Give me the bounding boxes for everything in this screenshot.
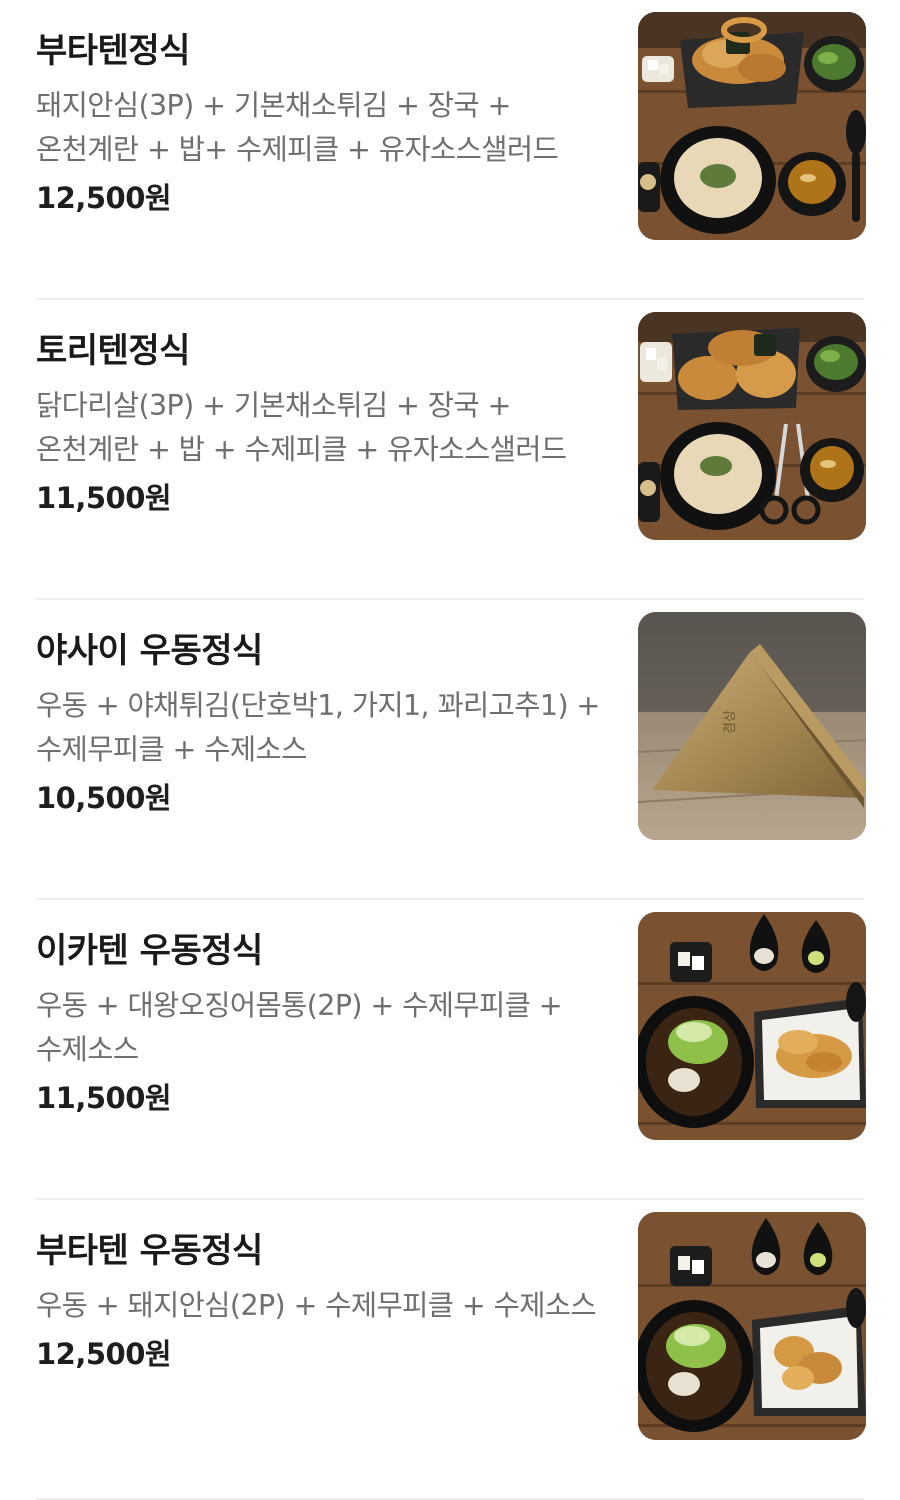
menu-item-name: 부타텐 우동정식 [36, 1231, 263, 1271]
menu-item-name: 토리텐정식 [36, 331, 190, 371]
menu-item-name: 이카텐 우동정식 [36, 931, 263, 971]
food-photo-illustration [638, 912, 866, 1140]
menu-item-text: 부타텐정식 돼지안심(3P) + 기본채소튀김 + 장국 + 온천계란 + 밥+… [36, 26, 608, 220]
pork-tempura-set-photo[interactable] [638, 12, 866, 240]
napkin-holder-label: 겸상 [723, 710, 738, 734]
menu-list: 부타텐정식 돼지안심(3P) + 기본채소튀김 + 장국 + 온천계란 + 밥+… [0, 0, 900, 1500]
menu-item[interactable]: 야사이 우동정식 우동 + 야채튀김(단호박1, 가지1, 꽈리고추1) + 수… [0, 600, 900, 900]
menu-item-name: 야사이 우동정식 [36, 631, 263, 671]
menu-item-text: 야사이 우동정식 우동 + 야채튀김(단호박1, 가지1, 꽈리고추1) + 수… [36, 626, 608, 820]
food-photo-illustration [638, 12, 866, 240]
napkin-holder-illustration: 겸상 [638, 612, 866, 840]
napkin-holder-photo[interactable]: 겸상 [638, 612, 866, 840]
menu-item-description: 우동 + 대왕오징어몸통(2P) + 수제무피클 + 수제소스 [36, 989, 563, 1066]
menu-item[interactable]: 이카텐 우동정식 우동 + 대왕오징어몸통(2P) + 수제무피클 + 수제소스… [0, 900, 900, 1200]
menu-item-text: 이카텐 우동정식 우동 + 대왕오징어몸통(2P) + 수제무피클 + 수제소스… [36, 926, 608, 1120]
menu-item-price: 12,500원 [36, 181, 172, 215]
chicken-tempura-set-photo[interactable] [638, 312, 866, 540]
menu-item[interactable]: 부타텐정식 돼지안심(3P) + 기본채소튀김 + 장국 + 온천계란 + 밥+… [0, 0, 900, 300]
menu-item-price: 11,500원 [36, 1081, 172, 1115]
menu-item-text: 부타텐 우동정식 우동 + 돼지안심(2P) + 수제무피클 + 수제소스 12… [36, 1226, 608, 1376]
food-photo-illustration [638, 1212, 866, 1440]
menu-item-price: 10,500원 [36, 781, 172, 815]
menu-item-description: 우동 + 돼지안심(2P) + 수제무피클 + 수제소스 [36, 1289, 597, 1322]
pork-tempura-udon-photo[interactable] [638, 1212, 866, 1440]
menu-item[interactable]: 토리텐정식 닭다리살(3P) + 기본채소튀김 + 장국 + 온천계란 + 밥 … [0, 300, 900, 600]
squid-tempura-udon-photo[interactable] [638, 912, 866, 1140]
menu-item-name: 부타텐정식 [36, 31, 190, 71]
menu-item-price: 12,500원 [36, 1337, 172, 1371]
menu-item-text: 토리텐정식 닭다리살(3P) + 기본채소튀김 + 장국 + 온천계란 + 밥 … [36, 326, 608, 520]
menu-item-description: 돼지안심(3P) + 기본채소튀김 + 장국 + 온천계란 + 밥+ 수제피클 … [36, 89, 559, 166]
menu-item-description: 닭다리살(3P) + 기본채소튀김 + 장국 + 온천계란 + 밥 + 수제피클… [36, 389, 567, 466]
menu-item-price: 11,500원 [36, 481, 172, 515]
menu-item[interactable]: 부타텐 우동정식 우동 + 돼지안심(2P) + 수제무피클 + 수제소스 12… [0, 1200, 900, 1500]
menu-item-description: 우동 + 야채튀김(단호박1, 가지1, 꽈리고추1) + 수제무피클 + 수제… [36, 689, 600, 766]
food-photo-illustration [638, 312, 866, 540]
